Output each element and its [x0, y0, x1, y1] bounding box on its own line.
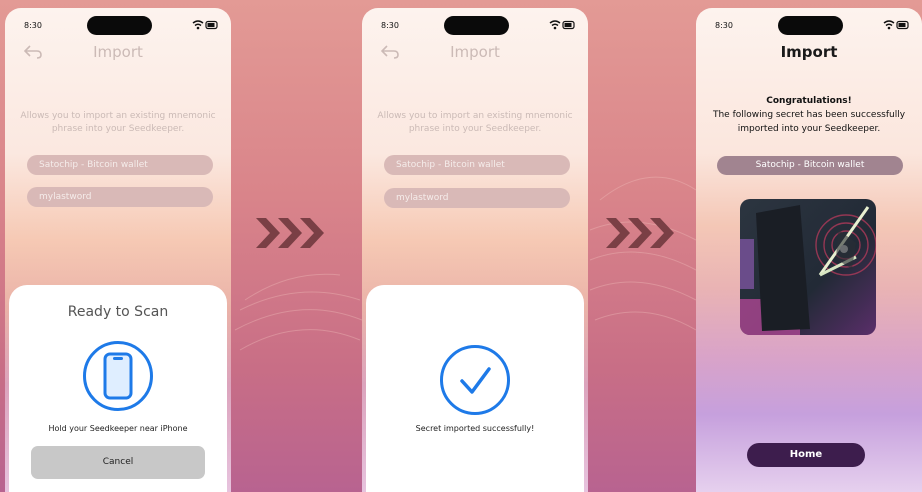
phone-screen-success: 8:30 Import Allows you to import an exis…	[362, 8, 588, 492]
chevron-right-icon	[256, 218, 324, 248]
status-icons	[549, 20, 575, 30]
status-time: 8:30	[381, 21, 399, 30]
status-icons	[192, 20, 218, 30]
dynamic-island	[444, 16, 509, 35]
dynamic-island	[87, 16, 152, 35]
sheet-message: Hold your Seedkeeper near iPhone	[48, 424, 188, 433]
mnemonic-field[interactable]: mylastword	[384, 188, 570, 208]
nfc-success-sheet: Secret imported successfully!	[366, 285, 584, 492]
wifi-icon	[883, 20, 895, 30]
congrats-message: Congratulations! The following secret ha…	[704, 94, 914, 136]
chevron-right-icon	[606, 218, 674, 248]
sheet-message: Secret imported successfully!	[415, 424, 535, 433]
wifi-icon	[549, 20, 561, 30]
status-bar: 8:30	[696, 8, 922, 44]
label-field[interactable]: Satochip - Bitcoin wallet	[27, 155, 213, 175]
wifi-icon	[192, 20, 204, 30]
battery-icon	[562, 20, 575, 30]
status-bar: 8:30	[5, 8, 231, 44]
status-time: 8:30	[715, 21, 733, 30]
congrats-text: The following secret has been successful…	[712, 110, 906, 134]
cancel-button[interactable]: Cancel	[31, 446, 205, 479]
page-title: Import	[93, 43, 143, 61]
status-time: 8:30	[24, 21, 42, 30]
status-icons	[883, 20, 909, 30]
dynamic-island	[778, 16, 843, 35]
page-title: Import	[450, 43, 500, 61]
battery-icon	[205, 20, 218, 30]
import-description: Allows you to import an existing mnemoni…	[20, 111, 216, 134]
sheet-title: Ready to Scan	[67, 304, 169, 320]
secret-label-badge: Satochip - Bitcoin wallet	[717, 156, 903, 175]
label-field[interactable]: Satochip - Bitcoin wallet	[384, 155, 570, 175]
phone-icon	[83, 341, 153, 411]
import-description: Allows you to import an existing mnemoni…	[377, 111, 573, 134]
status-bar: 8:30	[362, 8, 588, 44]
nfc-scan-sheet: Ready to Scan Hold your Seedkeeper near …	[9, 285, 227, 492]
checkmark-icon	[440, 345, 510, 415]
mnemonic-field[interactable]: mylastword	[27, 187, 213, 207]
phone-screen-scanning: 8:30 Import Allows you to import an exis…	[5, 8, 231, 492]
phone-screen-congrats: 8:30 Import Congratulations! The followi…	[696, 8, 922, 492]
seedkeeper-vault-illustration	[740, 199, 876, 335]
battery-icon	[896, 20, 909, 30]
page-title: Import	[780, 43, 838, 61]
home-button[interactable]: Home	[747, 443, 865, 467]
congrats-heading: Congratulations!	[766, 96, 852, 106]
